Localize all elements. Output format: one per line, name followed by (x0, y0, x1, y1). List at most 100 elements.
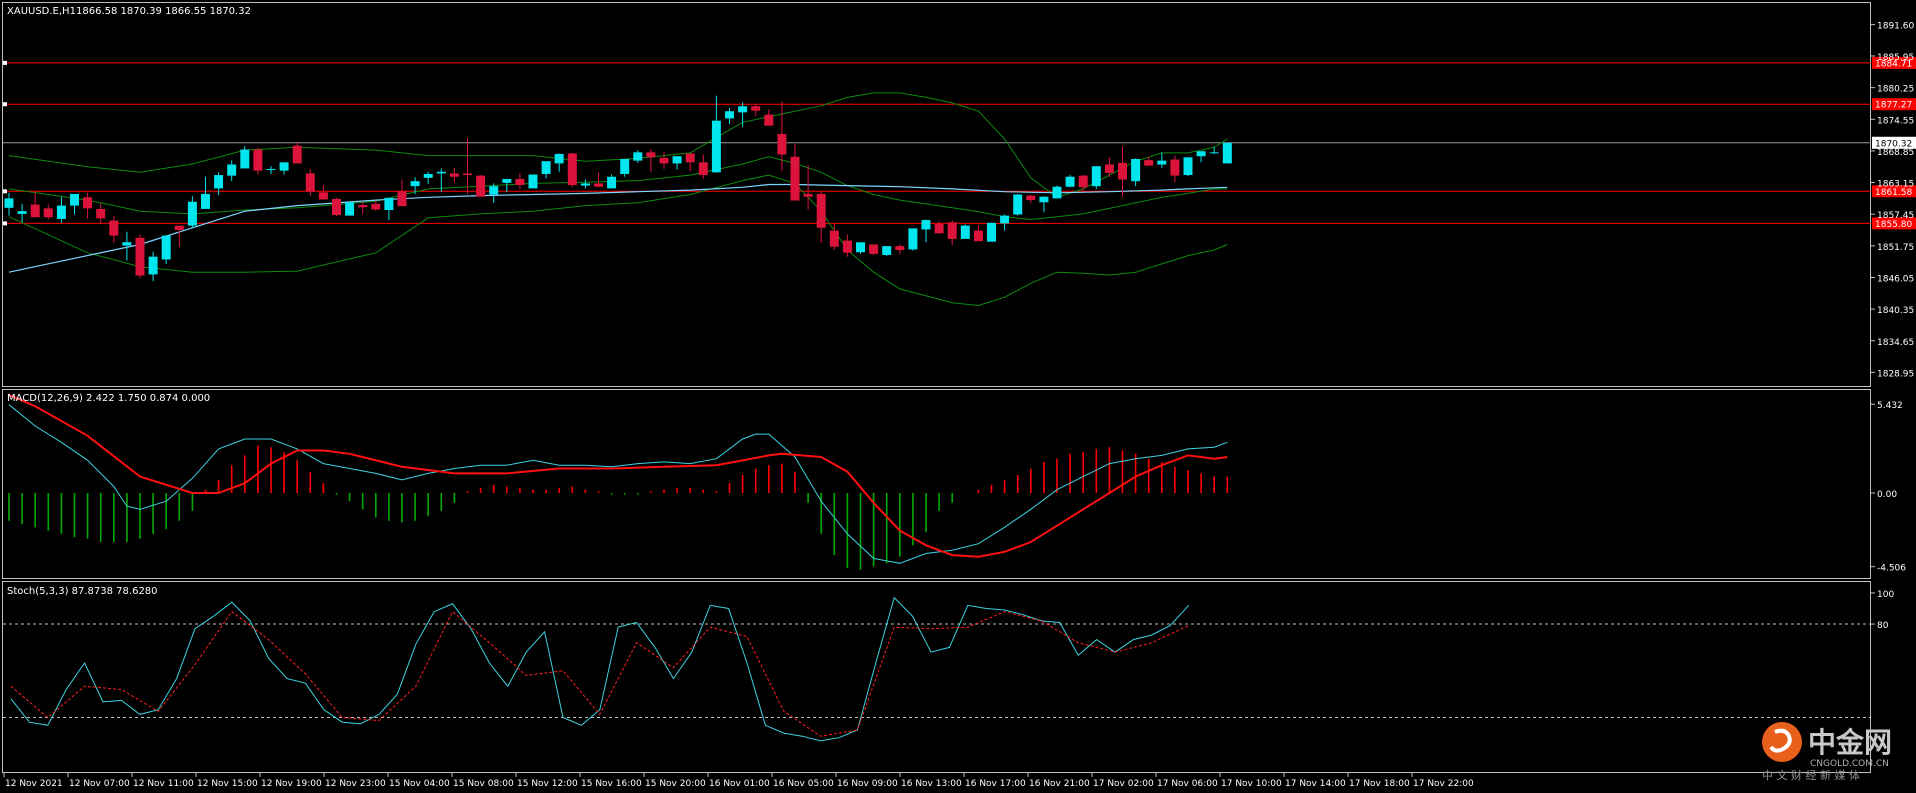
candle-body (279, 162, 289, 171)
candle-body (842, 240, 852, 253)
candle-body (528, 174, 538, 189)
candle (528, 174, 538, 189)
time-tick-label: 16 Nov 13:00 (901, 779, 962, 789)
candle-body (122, 242, 132, 246)
candle-body (987, 222, 996, 242)
candle-body (476, 175, 486, 197)
candle (253, 147, 263, 175)
candle-body (56, 205, 66, 219)
candle-body (1013, 194, 1023, 215)
candle-body (305, 173, 315, 192)
price-tick-label: 1834.65 (1877, 338, 1914, 348)
candle-body (973, 230, 983, 242)
watermark-tagline: 中 文 财 经 新 媒 体 (1762, 768, 1860, 782)
candle-body (541, 161, 551, 174)
time-tick-label: 12 Nov 23:00 (325, 779, 386, 789)
candle (1091, 166, 1101, 189)
trading-chart[interactable]: 1884.711877.271870.321861.581855.80 1891… (0, 0, 1916, 793)
candle-body (672, 156, 682, 164)
candle-body (96, 208, 106, 219)
candle-body (698, 162, 708, 176)
candle-body (1131, 158, 1141, 182)
candle-body (384, 197, 394, 211)
candle-body (174, 225, 184, 231)
level-marker (3, 102, 7, 107)
candle-body (292, 145, 302, 164)
time-tick-label: 16 Nov 09:00 (837, 779, 898, 789)
candle-body (777, 133, 787, 155)
candle-body (358, 205, 368, 208)
candle (567, 152, 577, 188)
candle-body (4, 198, 14, 208)
candle-body (1052, 186, 1062, 199)
candle-body (1157, 160, 1167, 165)
price-tick-label: 1885.95 (1877, 53, 1914, 63)
time-tick-label: 17 Nov 02:00 (1093, 779, 1154, 789)
price-tick-label: 1846.05 (1877, 274, 1914, 284)
time-tick-label: 15 Nov 16:00 (581, 779, 642, 789)
price-tick-label: 1880.25 (1877, 85, 1914, 95)
candle-body (436, 171, 446, 174)
candle-body (423, 173, 433, 178)
candle-body (1222, 142, 1232, 164)
candle-body (1091, 166, 1101, 187)
candle-body (201, 193, 210, 209)
price-tick-label: 1851.75 (1877, 243, 1914, 253)
time-tick-label: 17 Nov 14:00 (1285, 779, 1346, 789)
candle-body (1078, 175, 1088, 188)
candle-body (70, 193, 79, 206)
candle-body (515, 178, 525, 186)
candle (332, 197, 341, 217)
candle (987, 222, 996, 242)
candle (1013, 193, 1023, 216)
time-tick-label: 12 Nov 19:00 (261, 779, 322, 789)
candle-body (1144, 160, 1154, 166)
candle-body (214, 175, 224, 189)
candle-body (934, 223, 944, 234)
candle-body (227, 164, 237, 176)
candle (1222, 142, 1232, 164)
candle-body (266, 168, 276, 171)
time-tick-label: 12 Nov 07:00 (69, 779, 130, 789)
candle-body (659, 157, 669, 164)
candle-body (594, 183, 603, 187)
candle-body (1065, 176, 1075, 187)
candle-body (109, 220, 119, 236)
candle-body (502, 178, 512, 183)
time-tick-label: 15 Nov 08:00 (453, 779, 514, 789)
candle-body (161, 235, 171, 260)
time-tick-label: 15 Nov 20:00 (645, 779, 706, 789)
candle-body (43, 208, 53, 218)
price-tick-label: 1840.35 (1877, 306, 1914, 316)
candle-body (345, 202, 355, 216)
macd-tick-label: 0.00 (1877, 490, 1897, 500)
candle (292, 142, 302, 164)
candle (1183, 157, 1193, 177)
time-tick-label: 17 Nov 06:00 (1157, 779, 1218, 789)
candle-body (633, 152, 643, 161)
candle-body (921, 220, 931, 230)
candle (240, 146, 250, 169)
time-tick-label: 12 Nov 11:00 (133, 779, 194, 789)
ohlc-header: 1866.58 1870.39 1866.55 1870.32 (76, 6, 251, 17)
candle-body (869, 244, 879, 254)
level-marker (3, 221, 7, 226)
macd-tick-label: -4.506 (1877, 564, 1906, 574)
candle-body (607, 176, 617, 189)
candle (476, 175, 486, 197)
candle-body (764, 114, 774, 126)
candle-body (567, 153, 577, 186)
price-tag-label: 1877.27 (1875, 101, 1912, 111)
candle-body (790, 156, 800, 201)
candle-body (148, 256, 158, 275)
candle-body (1039, 196, 1049, 203)
macd-title: MACD(12,26,9) 2.422 1.750 0.874 0.000 (7, 393, 210, 404)
candle-body (463, 173, 472, 176)
candle-body (960, 225, 970, 239)
candle (856, 242, 865, 254)
time-tick-label: 12 Nov 2021 (5, 779, 63, 789)
candle-body (738, 106, 748, 113)
candle-body (856, 242, 865, 253)
candle-body (1026, 195, 1036, 201)
candle-body (554, 153, 564, 164)
